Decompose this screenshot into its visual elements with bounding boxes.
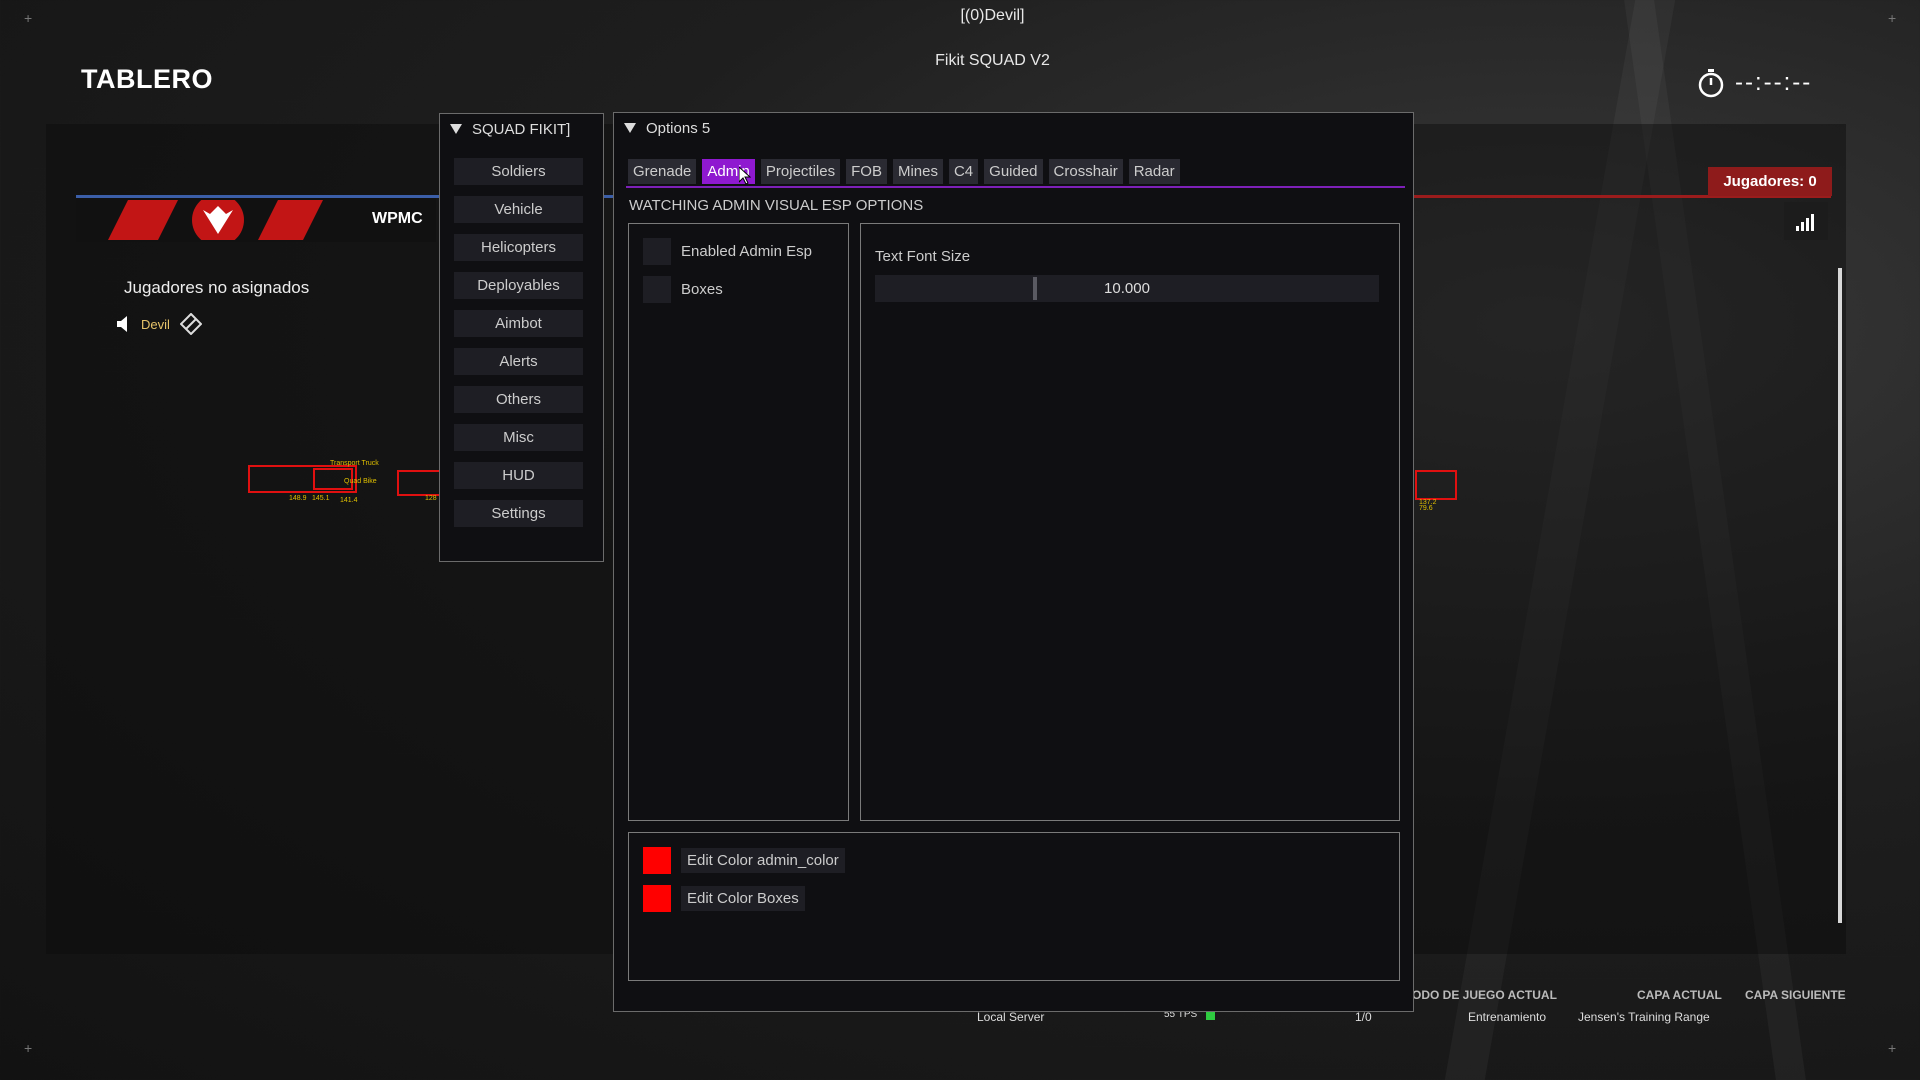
checkbox-label: Boxes	[681, 281, 723, 298]
nav-helicopters-button[interactable]: Helicopters	[454, 234, 583, 261]
options-header[interactable]: Options 5	[614, 113, 1413, 143]
status-label-next-layer: CAPA SIGUIENTE	[1745, 988, 1846, 1002]
squad-menu-header[interactable]: SQUAD FIKIT]	[440, 114, 603, 144]
checkbox-panel: Enabled Admin Esp Boxes	[628, 223, 849, 821]
status-label-layer: CAPA ACTUAL	[1637, 988, 1722, 1002]
match-timer: --:--:--	[1697, 68, 1812, 98]
player-count: 1/0	[1355, 1010, 1372, 1024]
nav-misc-button[interactable]: Misc	[454, 424, 583, 451]
color-swatch[interactable]	[643, 885, 671, 912]
stopwatch-icon	[1698, 69, 1724, 98]
server-name: Local Server	[977, 1010, 1045, 1024]
signal-button[interactable]	[1784, 202, 1828, 240]
players-count-badge: Jugadores: 0	[1708, 167, 1832, 196]
font-size-label: Text Font Size	[875, 248, 971, 265]
tab-crosshair[interactable]: Crosshair	[1048, 159, 1123, 184]
collapse-triangle-icon[interactable]	[450, 124, 462, 134]
esp-label: Quad Bike	[344, 478, 377, 485]
esp-distance: 148.9	[289, 495, 307, 502]
nav-vehicle-button[interactable]: Vehicle	[454, 196, 583, 223]
enabled-admin-esp-toggle[interactable]: Enabled Admin Esp	[643, 238, 812, 265]
collapse-triangle-icon[interactable]	[624, 123, 636, 133]
scoreboard-scrollbar[interactable]	[1838, 268, 1842, 923]
scoreboard-title: TABLERO	[81, 64, 213, 94]
tab-radar[interactable]: Radar	[1128, 159, 1180, 184]
color-swatch[interactable]	[643, 847, 671, 874]
admin-color-row[interactable]: Edit Color admin_color	[643, 847, 845, 874]
edit-boxes-color-button[interactable]: Edit Color Boxes	[681, 886, 805, 911]
corner-marker: +	[24, 1040, 33, 1056]
faction-logo	[108, 200, 323, 240]
squad-menu-title: SQUAD FIKIT]	[472, 120, 571, 138]
esp-distance: 128	[425, 495, 437, 502]
esp-label: Transport Truck	[330, 460, 379, 467]
current-mode: Entrenamiento	[1468, 1010, 1547, 1024]
esp-distance: 145.1	[312, 495, 330, 502]
esp-distance: 79.6	[1419, 505, 1433, 512]
esp-vehicle-box	[397, 470, 441, 496]
team-tag: WPMC	[372, 210, 423, 227]
section-title: WATCHING ADMIN VISUAL ESP OPTIONS	[629, 197, 924, 214]
slider-panel: Text Font Size 10.000	[860, 223, 1400, 821]
options-window: Options 5 Grenade Admin Projectiles FOB …	[613, 112, 1414, 1012]
nav-hud-button[interactable]: HUD	[454, 462, 583, 489]
window-title: [(0)Devil]	[960, 7, 1025, 24]
tab-grenade[interactable]: Grenade	[628, 159, 697, 184]
nav-aimbot-button[interactable]: Aimbot	[454, 310, 583, 337]
esp-distance: 141.4	[340, 497, 358, 504]
esp-vehicle-box	[1415, 470, 1457, 500]
font-size-slider[interactable]: 10.000	[875, 275, 1379, 302]
tab-mines[interactable]: Mines	[892, 159, 943, 184]
status-label-mode: ODO DE JUEGO ACTUAL	[1412, 988, 1557, 1002]
current-layer: Jensen's Training Range	[1578, 1010, 1710, 1024]
checkbox[interactable]	[643, 238, 671, 265]
nav-deployables-button[interactable]: Deployables	[454, 272, 583, 299]
edit-admin-color-button[interactable]: Edit Color admin_color	[681, 848, 845, 873]
signal-bars-icon	[1796, 214, 1814, 231]
nav-others-button[interactable]: Others	[454, 386, 583, 413]
tab-guided[interactable]: Guided	[984, 159, 1043, 184]
tab-fob[interactable]: FOB	[846, 159, 887, 184]
timer-value: --:--:--	[1735, 69, 1813, 96]
options-title: Options 5	[646, 119, 711, 137]
color-panel: Edit Color admin_color Edit Color Boxes	[628, 832, 1400, 981]
tab-underline	[626, 186, 1405, 188]
squad-menu-window: SQUAD FIKIT] Soldiers Vehicle Helicopter…	[439, 113, 604, 562]
menu-title: Fikit SQUAD V2	[935, 52, 1050, 69]
player-row[interactable]: Devil	[117, 313, 202, 335]
nav-alerts-button[interactable]: Alerts	[454, 348, 583, 375]
slider-value: 10.000	[1104, 280, 1150, 297]
player-name: Devil	[141, 316, 170, 332]
boxes-color-row[interactable]: Edit Color Boxes	[643, 885, 805, 912]
nav-settings-button[interactable]: Settings	[454, 500, 583, 527]
role-diamond-icon	[179, 313, 202, 335]
checkbox[interactable]	[643, 276, 671, 303]
tab-c4[interactable]: C4	[948, 159, 979, 184]
checkbox-label: Enabled Admin Esp	[681, 243, 812, 260]
nav-soldiers-button[interactable]: Soldiers	[454, 158, 583, 185]
corner-marker: +	[1888, 1040, 1897, 1056]
tab-projectiles[interactable]: Projectiles	[760, 159, 841, 184]
boxes-toggle[interactable]: Boxes	[643, 276, 723, 303]
unassigned-players-label: Jugadores no asignados	[124, 278, 310, 297]
options-tab-bar: Grenade Admin Projectiles FOB Mines C4 G…	[628, 159, 1180, 184]
speaker-icon	[117, 316, 127, 332]
mouse-cursor-icon	[739, 167, 751, 185]
